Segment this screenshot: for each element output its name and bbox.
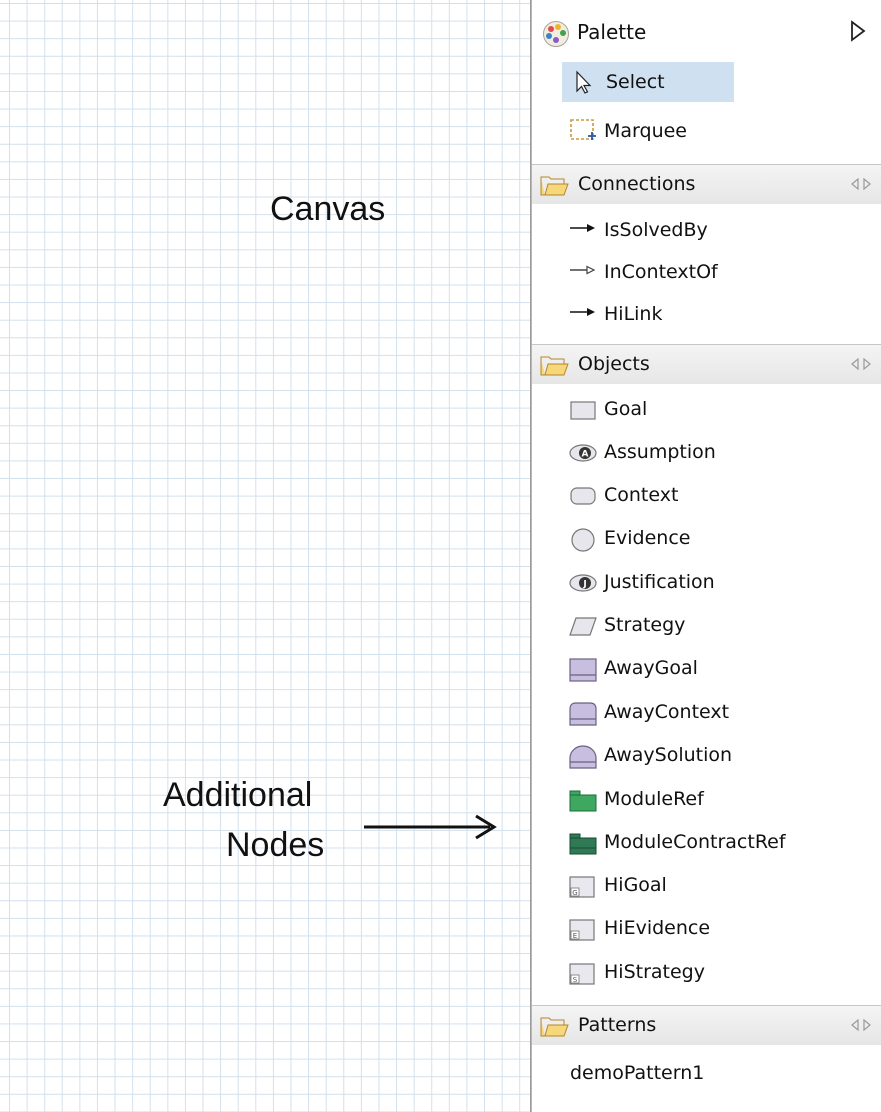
marquee-tool[interactable]: Marquee xyxy=(560,112,860,146)
pin-icon[interactable] xyxy=(850,177,872,191)
palette-item-label: HiStrategy xyxy=(604,961,705,983)
away-context-icon xyxy=(569,702,597,726)
hi-goal-icon: G xyxy=(569,876,595,898)
palette-item-modulecontractref[interactable]: ModuleContractRef xyxy=(560,826,860,860)
away-goal-icon xyxy=(569,658,597,682)
palette-item-higoal[interactable]: G HiGoal xyxy=(560,869,860,903)
palette-item-context[interactable]: Context xyxy=(560,479,860,513)
module-contract-ref-icon xyxy=(569,833,597,855)
svg-text:G: G xyxy=(572,889,577,897)
palette-item-label: Justification xyxy=(604,571,715,593)
circle-icon xyxy=(571,528,595,552)
palette-title: Palette xyxy=(577,20,647,44)
assumption-oval-icon: A xyxy=(569,444,597,462)
pin-icon[interactable] xyxy=(850,357,872,371)
palette-item-justification[interactable]: J Justification xyxy=(560,566,860,600)
palette-item-label: AwaySolution xyxy=(604,744,733,766)
away-solution-icon xyxy=(569,745,597,769)
annotation-nodes: Nodes xyxy=(226,826,325,864)
drawer-connections[interactable]: Connections xyxy=(532,164,881,204)
folder-icon xyxy=(540,176,569,196)
hi-strategy-icon: S xyxy=(569,963,595,985)
palette-item-awaysolution[interactable]: AwaySolution xyxy=(560,739,860,773)
palette-item-label: Assumption xyxy=(604,441,716,463)
solid-arrow-icon xyxy=(570,224,595,232)
palette-item-label: ModuleRef xyxy=(604,788,704,810)
rectangle-icon xyxy=(570,401,596,420)
palette-item-awaycontext[interactable]: AwayContext xyxy=(560,696,860,730)
palette-item-assumption[interactable]: A Assumption xyxy=(560,436,860,470)
palette-item-strategy[interactable]: Strategy xyxy=(560,609,860,643)
select-tool-label: Select xyxy=(606,71,665,93)
hi-evidence-icon: E xyxy=(569,919,595,941)
justification-oval-icon: J xyxy=(569,574,597,592)
palette-item-label: Context xyxy=(604,484,679,506)
palette-item-label: HiLink xyxy=(604,303,663,325)
solid-arrow-icon xyxy=(570,308,595,316)
folder-icon xyxy=(540,356,569,376)
palette-item-moduleref[interactable]: ModuleRef xyxy=(560,783,860,817)
drawer-patterns-label: Patterns xyxy=(578,1014,657,1036)
palette-item-demopattern1[interactable]: demoPattern1 xyxy=(570,1062,704,1084)
palette-item-label: AwayContext xyxy=(604,701,730,723)
annotation-arrow xyxy=(364,814,497,840)
marquee-icon xyxy=(570,119,596,140)
palette-item-awaygoal[interactable]: AwayGoal xyxy=(560,652,860,686)
module-ref-icon xyxy=(569,790,597,812)
palette-item-label: HiGoal xyxy=(604,874,667,896)
palette-item-label: Goal xyxy=(604,398,648,420)
palette-item-hilink[interactable]: HiLink xyxy=(560,298,860,332)
collapse-palette-icon[interactable] xyxy=(848,19,868,43)
palette-item-goal[interactable]: Goal xyxy=(560,393,860,427)
parallelogram-icon xyxy=(569,617,597,636)
palette-item-label: InContextOf xyxy=(604,261,718,283)
marquee-tool-label: Marquee xyxy=(604,120,687,142)
diagram-canvas[interactable]: Canvas Additional Nodes xyxy=(0,0,531,1112)
svg-text:J: J xyxy=(582,580,586,590)
select-tool[interactable]: Select xyxy=(562,62,734,102)
palette-item-hievidence[interactable]: E HiEvidence xyxy=(560,912,860,946)
rounded-rectangle-icon xyxy=(570,487,596,505)
palette-item-label: Evidence xyxy=(604,527,691,549)
palette-item-label: AwayGoal xyxy=(604,657,698,679)
drawer-objects-label: Objects xyxy=(578,353,650,375)
palette-header: Palette xyxy=(532,8,881,54)
folder-icon xyxy=(540,1017,569,1037)
drawer-patterns[interactable]: Patterns xyxy=(532,1005,881,1045)
palette-panel: Palette Select Marquee Connections IsSol… xyxy=(531,0,881,1112)
svg-text:S: S xyxy=(573,976,578,984)
drawer-connections-label: Connections xyxy=(578,173,696,195)
pin-icon[interactable] xyxy=(850,1018,872,1032)
palette-item-label: ModuleContractRef xyxy=(604,831,786,853)
palette-item-evidence[interactable]: Evidence xyxy=(560,522,860,556)
palette-item-histrategy[interactable]: S HiStrategy xyxy=(560,956,860,990)
svg-text:A: A xyxy=(582,450,589,460)
drawer-objects[interactable]: Objects xyxy=(532,344,881,384)
palette-item-label: HiEvidence xyxy=(604,917,711,939)
palette-item-incontextof[interactable]: InContextOf xyxy=(560,256,860,290)
palette-icon xyxy=(543,21,569,47)
annotation-additional: Additional xyxy=(163,776,313,814)
canvas-label: Canvas xyxy=(270,190,386,228)
hollow-arrow-icon xyxy=(570,265,596,275)
palette-item-label: IsSolvedBy xyxy=(604,219,708,241)
palette-item-issolvedby[interactable]: IsSolvedBy xyxy=(560,214,860,248)
palette-item-label: Strategy xyxy=(604,614,686,636)
arrow-pointer-icon xyxy=(576,70,592,94)
svg-text:E: E xyxy=(573,932,577,940)
